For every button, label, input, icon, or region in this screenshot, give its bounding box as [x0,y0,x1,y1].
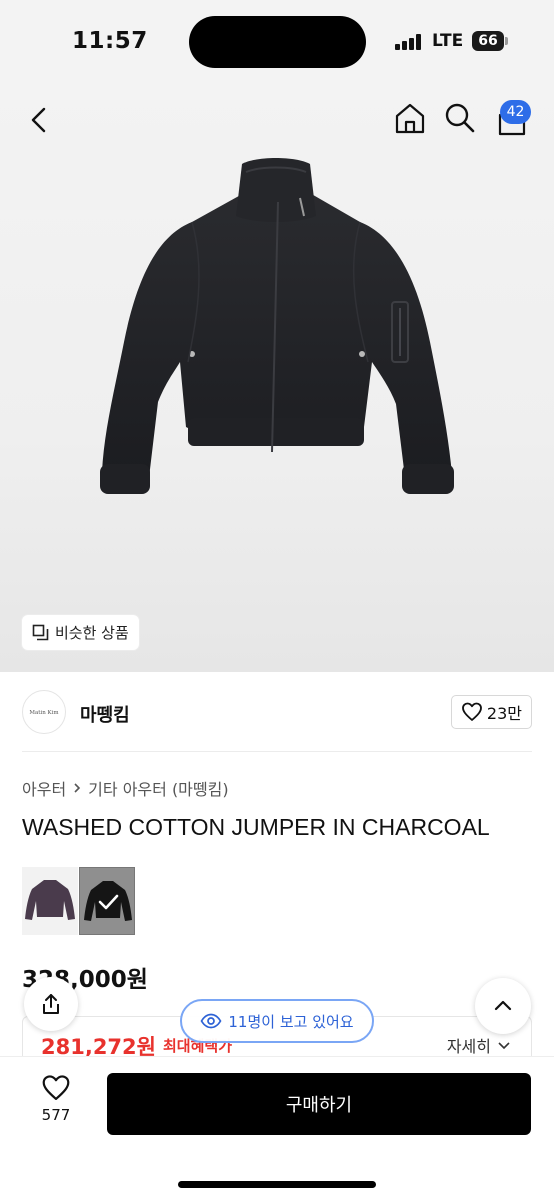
dynamic-island [189,16,366,68]
product-jacket-image [100,158,454,494]
wishlist-button[interactable]: 577 [26,1074,86,1134]
details-link[interactable]: 자세히 [447,1033,511,1057]
brand-like-button[interactable]: 23만 [450,695,532,729]
breadcrumb-category[interactable]: 아우터 [22,776,66,800]
brand-name[interactable]: 마뗑킴 [80,701,130,727]
details-label: 자세히 [446,1037,491,1056]
similar-products-label: 비슷한 상품 [55,624,129,642]
breadcrumb: 아우터 기타 아우터 (마뗑킴) [22,776,229,800]
divider [22,751,532,752]
chevron-up-icon [494,1000,512,1011]
eye-icon [200,1013,222,1029]
color-swatch-purple[interactable] [22,867,78,935]
color-swatch-charcoal-selected[interactable] [79,867,135,935]
brand-logo[interactable]: Matin Kim [22,690,66,734]
buy-button[interactable]: 구매하기 [107,1073,531,1135]
cart-count-badge: 42 [500,100,531,124]
battery-icon: 66 [472,31,508,51]
chevron-down-icon [498,1042,510,1050]
viewers-label: 11명이 보고 있어요 [228,1012,354,1031]
home-icon[interactable] [392,100,428,136]
status-bar: 11:57 LTE 66 [0,0,554,84]
status-time: 11:57 [72,28,148,54]
heart-icon [462,702,482,721]
battery-level: 66 [472,31,504,51]
brand-like-count: 23만 [486,704,522,723]
signal-icon [395,34,425,50]
back-icon[interactable] [24,104,56,136]
wishlist-count: 577 [41,1106,71,1124]
network-label: LTE [432,31,464,51]
chevron-right-icon [74,783,81,793]
heart-icon [42,1075,70,1100]
search-icon[interactable] [443,101,477,135]
brand-row[interactable]: Matin Kim 마뗑킴 23만 [22,690,532,734]
similar-products-button[interactable]: 비슷한 상품 [22,615,139,650]
scroll-top-button[interactable] [475,978,531,1034]
share-button[interactable] [24,977,78,1031]
home-indicator [178,1181,376,1188]
viewers-pill: 11명이 보고 있어요 [180,999,374,1043]
similar-icon [32,624,49,641]
product-title: WASHED COTTON JUMPER IN CHARCOAL [22,814,490,840]
breadcrumb-subcategory[interactable]: 기타 아우터 (마뗑킴) [88,776,228,800]
share-icon [43,994,59,1014]
